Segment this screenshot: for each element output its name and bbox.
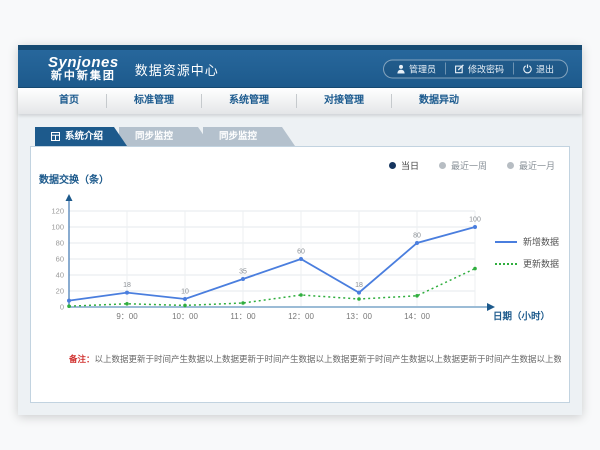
app-header: Synjones 新中新集团 数据资源中心 管理员 修改密码 退出 (18, 45, 582, 88)
filter-label: 当日 (401, 159, 419, 172)
radio-icon (507, 162, 514, 169)
chart-legend: 新增数据 更新数据 (495, 235, 559, 279)
svg-text:60: 60 (297, 249, 305, 256)
svg-text:100: 100 (469, 217, 481, 224)
power-icon (523, 64, 532, 73)
tab-label: 同步监控 (135, 127, 173, 146)
edit-icon (455, 64, 464, 73)
document-icon (51, 132, 60, 141)
filter-label: 最近一月 (519, 159, 555, 172)
y-axis-label: 数据交换（条） (39, 171, 109, 186)
nav-item-home[interactable]: 首页 (32, 94, 106, 108)
legend-label: 更新数据 (523, 257, 559, 270)
tab-sync-monitor-1[interactable]: 同步监控 (119, 127, 211, 146)
svg-text:10：00: 10：00 (172, 312, 198, 321)
content-panel: 当日 最近一周 最近一月 数据交换（条） 0 20 40 60 80 100 120 9：00… (30, 146, 570, 403)
filter-today[interactable]: 当日 (389, 159, 419, 172)
svg-text:18: 18 (355, 282, 363, 289)
user-icon (397, 64, 405, 73)
user-menu: 管理员 修改密码 退出 (383, 59, 568, 78)
nav-item-standard-mgmt[interactable]: 标准管理 (106, 94, 201, 108)
filter-label: 最近一周 (451, 159, 487, 172)
svg-text:0: 0 (60, 303, 64, 312)
change-password-label: 修改密码 (468, 62, 504, 75)
company-logo: Synjones 新中新集团 (48, 55, 119, 82)
logout-button[interactable]: 退出 (513, 63, 563, 75)
legend-swatch-dotted (495, 263, 517, 265)
main-nav: 首页 标准管理 系统管理 对接管理 数据异动 (18, 88, 582, 114)
change-password-button[interactable]: 修改密码 (445, 63, 513, 75)
svg-text:60: 60 (56, 255, 64, 264)
tab-sync-monitor-2[interactable]: 同步监控 (203, 127, 295, 146)
svg-text:9：00: 9：00 (116, 312, 138, 321)
legend-label: 新增数据 (523, 235, 559, 248)
page-title: 数据资源中心 (135, 58, 219, 79)
svg-text:10: 10 (181, 289, 189, 296)
svg-text:100: 100 (51, 223, 64, 232)
svg-text:18: 18 (123, 282, 131, 289)
admin-user-button[interactable]: 管理员 (388, 63, 445, 75)
logo-brand-text: Synjones (48, 55, 119, 71)
logout-label: 退出 (536, 62, 554, 75)
filter-last-week[interactable]: 最近一周 (439, 159, 487, 172)
svg-text:日期（小时）: 日期（小时） (493, 311, 550, 323)
filter-last-month[interactable]: 最近一月 (507, 159, 555, 172)
svg-text:11：00: 11：00 (230, 312, 256, 321)
svg-text:20: 20 (56, 287, 64, 296)
tab-system-intro[interactable]: 系统介绍 (35, 127, 127, 146)
svg-text:14：00: 14：00 (404, 312, 430, 321)
legend-swatch-solid (495, 241, 517, 243)
line-chart: 0 20 40 60 80 100 120 9：00 10：00 11：00 12：00 13：00 1… (31, 191, 551, 333)
footnote: 备注：以上数据更新于时间产生数据以上数据更新于时间产生数据以上数据更新于时间产生… (69, 354, 561, 365)
svg-text:13：00: 13：00 (346, 312, 372, 321)
footnote-text: 以上数据更新于时间产生数据以上数据更新于时间产生数据以上数据更新于时间产生数据以… (95, 354, 561, 364)
legend-item-new-data: 新增数据 (495, 235, 559, 248)
tab-label: 系统介绍 (65, 127, 103, 146)
legend-item-update-data: 更新数据 (495, 257, 559, 270)
svg-text:80: 80 (56, 239, 64, 248)
time-range-filter: 当日 最近一周 最近一月 (369, 159, 555, 172)
tab-label: 同步监控 (219, 127, 257, 146)
app-window: Synjones 新中新集团 数据资源中心 管理员 修改密码 退出 首页 标准管… (18, 45, 582, 415)
radio-icon (389, 162, 396, 169)
admin-label: 管理员 (409, 62, 436, 75)
svg-text:35: 35 (239, 269, 247, 276)
svg-text:120: 120 (51, 207, 64, 216)
nav-item-data-change[interactable]: 数据异动 (391, 94, 486, 108)
nav-item-system-mgmt[interactable]: 系统管理 (201, 94, 296, 108)
logo-company-text: 新中新集团 (48, 71, 119, 83)
desktop: { "header": { "logo_line1": "Synjones", … (0, 0, 600, 450)
svg-text:80: 80 (413, 233, 421, 240)
footnote-prefix: 备注： (69, 354, 95, 364)
svg-text:12：00: 12：00 (288, 312, 314, 321)
radio-icon (439, 162, 446, 169)
nav-item-connection-mgmt[interactable]: 对接管理 (296, 94, 391, 108)
svg-text:40: 40 (56, 271, 64, 280)
tab-bar: 系统介绍 同步监控 同步监控 (35, 127, 295, 146)
